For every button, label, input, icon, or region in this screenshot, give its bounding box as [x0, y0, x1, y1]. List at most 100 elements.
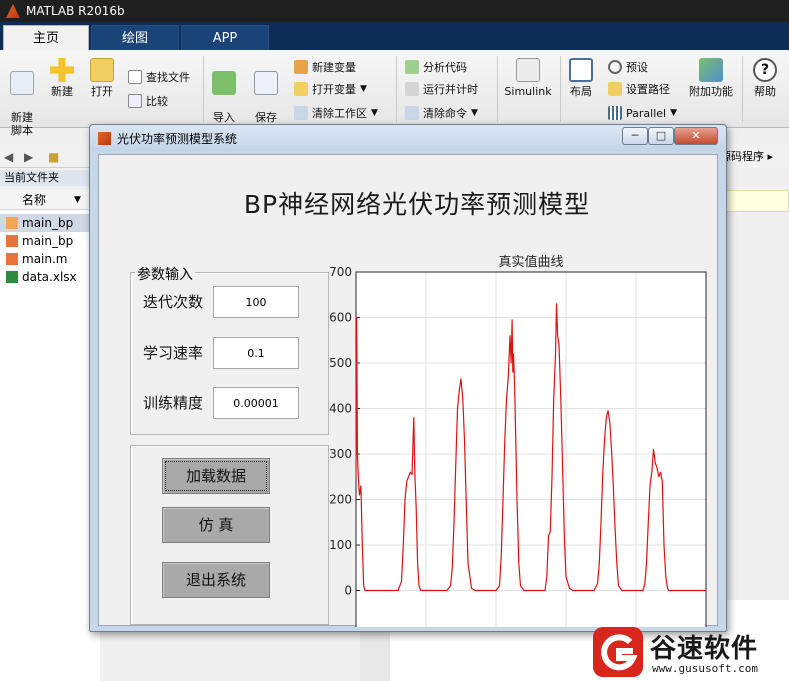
addons-cubes-icon — [699, 58, 723, 82]
tab-apps[interactable]: APP — [181, 25, 269, 50]
chart-title: 真实值曲线 — [498, 254, 563, 270]
ribbon-toolbar: 新建 脚本 新建 打开 查找文件 比较 导入 数据 保存 工作区 新建变量 打开… — [0, 50, 789, 137]
file-row[interactable]: data.xlsx — [0, 268, 100, 286]
parallel-button[interactable]: Parallel ▼ — [608, 104, 677, 122]
new-script-icon — [10, 71, 34, 95]
xlsx-file-icon — [6, 271, 18, 283]
close-button[interactable]: ✕ — [674, 127, 718, 145]
run-and-time-label: 运行并计时 — [423, 83, 478, 96]
tab-home[interactable]: 主页 — [3, 25, 89, 50]
layout-label: 布局 — [570, 85, 592, 98]
current-folder-header: 当前文件夹 — [0, 170, 100, 186]
compare-icon — [128, 94, 142, 108]
ribbon-separator — [742, 56, 743, 122]
clear-workspace-icon — [294, 106, 308, 120]
clear-commands-icon — [405, 106, 419, 120]
training-precision-input[interactable] — [213, 387, 299, 419]
gear-icon — [608, 60, 622, 74]
y-tick-label: 0 — [344, 584, 352, 598]
gususoft-watermark: 谷速软件 www.gususoft.com — [590, 624, 789, 681]
new-variable-icon — [294, 60, 308, 74]
find-files-label: 查找文件 — [146, 71, 190, 84]
simulink-button[interactable]: Simulink — [502, 58, 554, 98]
new-script-label: 新建 脚本 — [11, 111, 33, 137]
m-file-icon — [6, 253, 18, 265]
simulink-icon — [516, 58, 540, 82]
y-tick-label: 700 — [329, 265, 352, 279]
run-and-time-button[interactable]: 运行并计时 — [405, 80, 478, 98]
watermark-url: www.gususoft.com — [652, 662, 758, 675]
iterations-label: 迭代次数 — [143, 293, 204, 311]
parallel-label: Parallel — [626, 106, 667, 120]
real-value-chart: 02004006008001000-1000100200300400500600… — [329, 254, 707, 627]
exit-button[interactable]: 退出系统 — [162, 562, 270, 598]
iterations-input[interactable] — [213, 286, 299, 318]
dropdown-arrow-icon: ▼ — [471, 108, 478, 118]
addons-button[interactable]: 附加功能 — [686, 58, 736, 98]
simulate-button[interactable]: 仿 真 — [162, 507, 270, 543]
clear-commands-button[interactable]: 清除命令 ▼ — [405, 104, 478, 122]
y-tick-label: 100 — [329, 538, 352, 552]
simulink-label: Simulink — [504, 85, 552, 98]
minimize-button[interactable]: ─ — [622, 127, 648, 145]
y-tick-label: 500 — [329, 356, 352, 370]
find-files-icon — [128, 70, 142, 84]
back-arrow-icon[interactable]: ◀ — [4, 150, 18, 164]
tab-plots[interactable]: 绘图 — [91, 25, 179, 50]
file-row[interactable]: main_bp — [0, 214, 100, 232]
find-files-button[interactable]: 查找文件 — [128, 68, 190, 86]
learning-rate-label: 学习速率 — [143, 344, 204, 362]
file-name: data.xlsx — [22, 270, 77, 284]
new-script-button[interactable]: 新建 脚本 — [4, 58, 40, 137]
matlab-titlebar: MATLAB R2016b — [0, 0, 789, 22]
file-list-column-header[interactable]: 名称 ▼ — [0, 190, 100, 210]
maximize-button[interactable]: □ — [648, 127, 674, 145]
training-precision-label: 训练精度 — [143, 394, 204, 412]
app-title: MATLAB R2016b — [26, 4, 125, 18]
learning-rate-input[interactable] — [213, 337, 299, 369]
ribbon-separator — [203, 56, 204, 122]
new-label: 新建 — [51, 85, 73, 98]
preferences-button[interactable]: 预设 — [608, 58, 648, 76]
new-button[interactable]: 新建 — [44, 58, 80, 98]
figure-titlebar[interactable]: 光伏功率预测模型系统 ─ □ ✕ — [90, 125, 726, 151]
watermark-brand: 谷速软件 — [650, 634, 759, 664]
set-path-icon — [608, 82, 622, 96]
parameter-panel-title: 参数输入 — [135, 264, 195, 284]
gususoft-logo-icon — [593, 627, 643, 677]
figure-window-title: 光伏功率预测模型系统 — [117, 132, 238, 146]
y-tick-label: 300 — [329, 447, 352, 461]
set-path-button[interactable]: 设置路径 — [608, 80, 670, 98]
ribbon-tabbar: 主页 绘图 APP — [0, 22, 789, 50]
file-name: main_bp — [22, 216, 74, 230]
preferences-label: 预设 — [626, 61, 648, 74]
save-workspace-icon — [254, 71, 278, 95]
up-folder-icon[interactable]: ■ — [48, 150, 62, 164]
y-tick-label: 600 — [329, 311, 352, 325]
analyze-code-button[interactable]: 分析代码 — [405, 58, 467, 76]
ribbon-separator — [560, 56, 561, 122]
file-row[interactable]: main.m — [0, 250, 100, 268]
file-name: main_bp — [22, 234, 74, 248]
help-button[interactable]: ? 帮助 — [749, 58, 781, 98]
analyze-code-icon — [405, 60, 419, 74]
set-path-label: 设置路径 — [626, 83, 670, 96]
folder-icon — [90, 58, 114, 82]
editor-tab[interactable]: 源码程序 ▸ — [718, 146, 789, 168]
forward-arrow-icon[interactable]: ▶ — [24, 150, 38, 164]
load-data-button[interactable]: 加载数据 — [162, 458, 270, 494]
clear-commands-label: 清除命令 — [423, 107, 467, 120]
open-button[interactable]: 打开 — [84, 58, 120, 98]
ribbon-separator — [396, 56, 397, 122]
compare-button[interactable]: 比较 — [128, 92, 168, 110]
clear-workspace-button[interactable]: 清除工作区 ▼ — [294, 104, 378, 122]
file-row[interactable]: main_bp — [0, 232, 100, 250]
file-name: main.m — [22, 252, 68, 266]
new-variable-button[interactable]: 新建变量 — [294, 58, 356, 76]
y-tick-label: 200 — [329, 493, 352, 507]
clear-workspace-label: 清除工作区 — [312, 107, 367, 120]
open-variable-label: 打开变量 — [312, 83, 356, 96]
navigation-bar: ◀ ▶ ■ — [0, 146, 100, 168]
layout-button[interactable]: 布局 — [564, 58, 598, 98]
open-variable-button[interactable]: 打开变量 ▼ — [294, 80, 367, 98]
